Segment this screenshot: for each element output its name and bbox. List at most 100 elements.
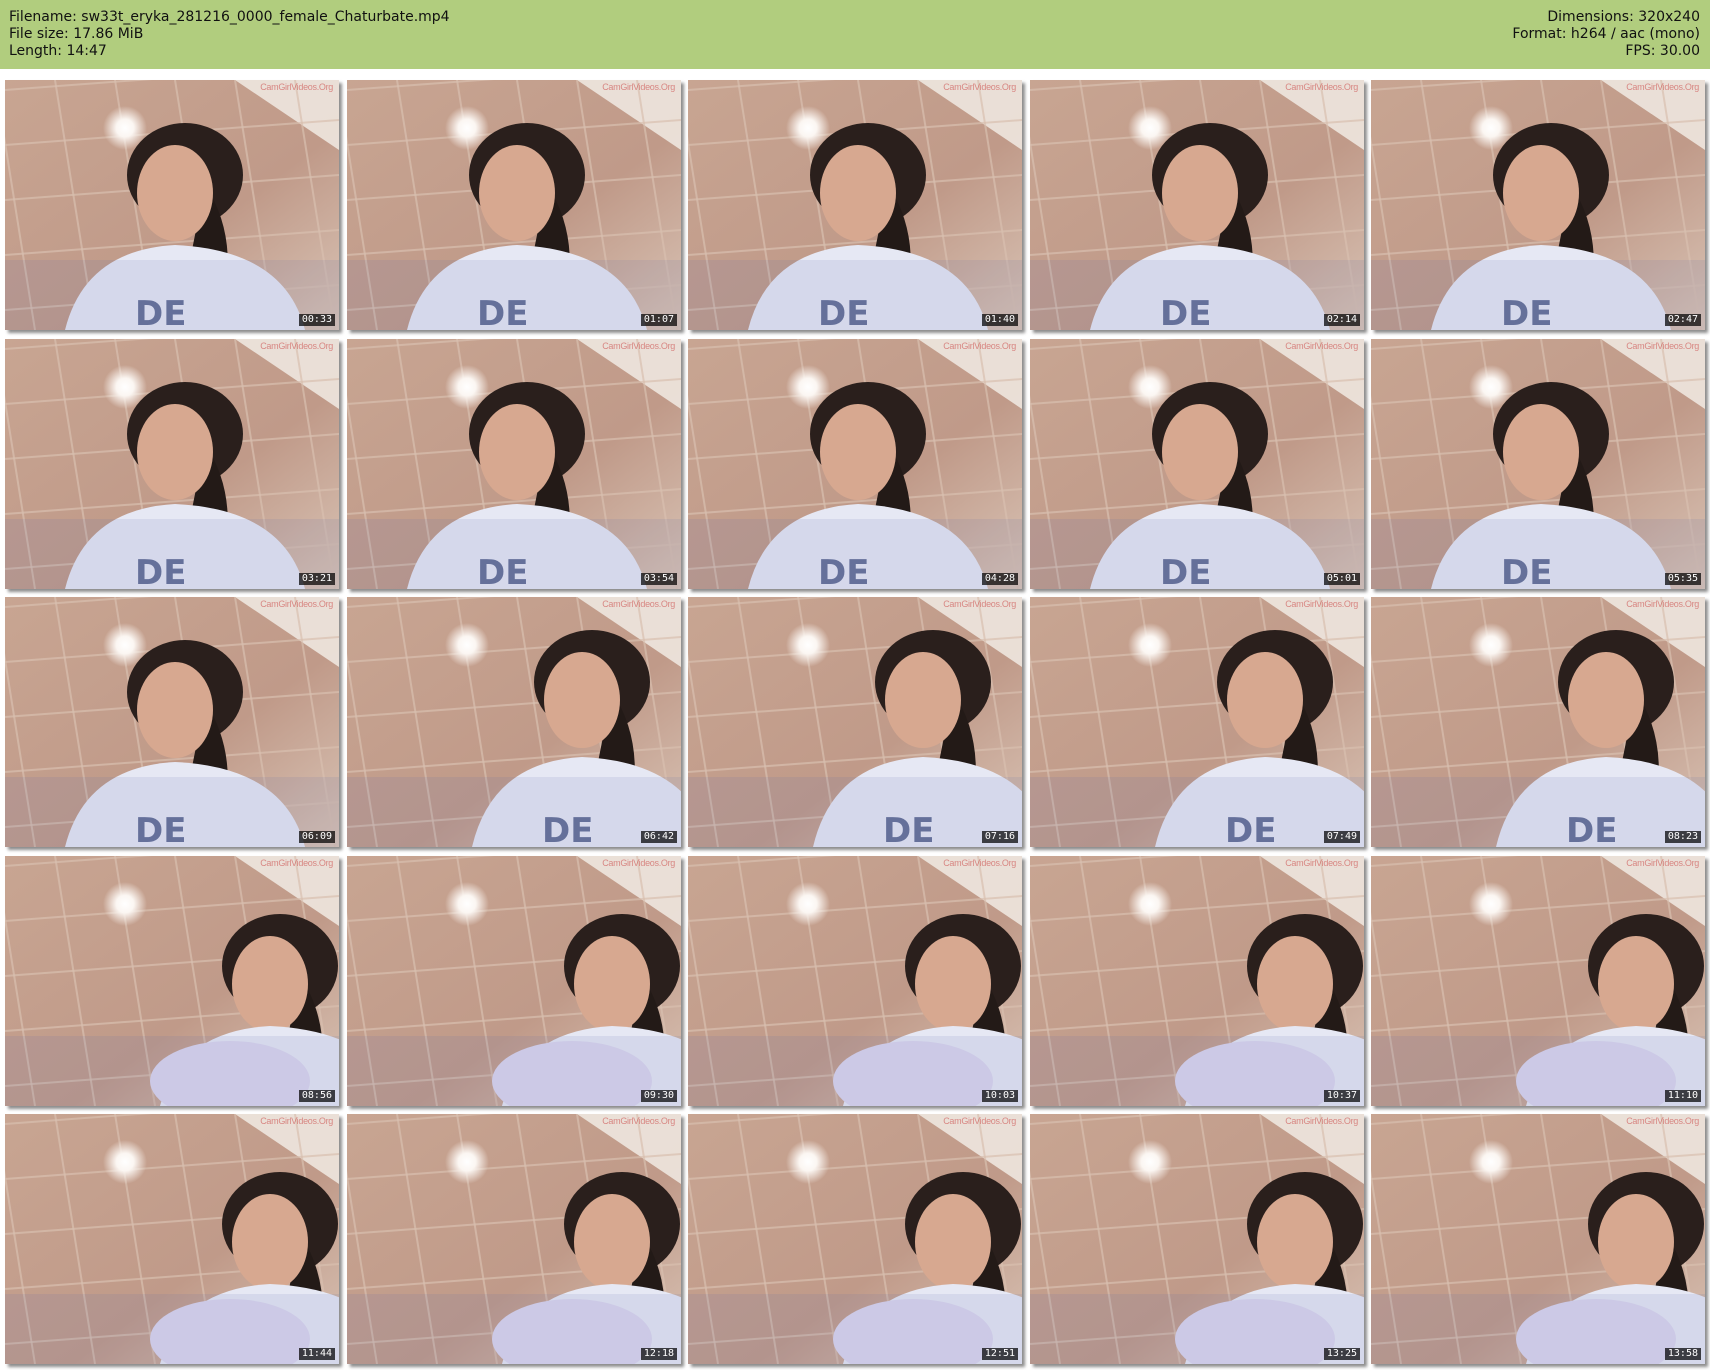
video-thumbnail: CamGirlVideos.Org 10:37 (1030, 856, 1364, 1106)
frame-image (1030, 856, 1364, 1106)
video-thumbnail: DE CamGirlVideos.Org 01:07 (347, 80, 681, 330)
filename-text: Filename: sw33t_eryka_281216_0000_female… (9, 9, 450, 25)
watermark-text: CamGirlVideos.Org (1626, 599, 1699, 609)
video-thumbnail: DE CamGirlVideos.Org 00:33 (5, 80, 339, 330)
watermark-text: CamGirlVideos.Org (1285, 858, 1358, 868)
format-text: Format: h264 / aac (mono) (1512, 26, 1700, 42)
watermark-text: CamGirlVideos.Org (943, 341, 1016, 351)
frame-image: DE (5, 80, 339, 330)
timestamp-label: 01:40 (981, 314, 1018, 326)
watermark-text: CamGirlVideos.Org (260, 82, 333, 92)
frame-image (347, 1114, 681, 1364)
timestamp-label: 10:03 (981, 1090, 1018, 1102)
watermark-text: CamGirlVideos.Org (943, 1116, 1016, 1126)
video-thumbnail: DE CamGirlVideos.Org 03:54 (347, 339, 681, 589)
watermark-text: CamGirlVideos.Org (602, 858, 675, 868)
frame-image: DE (1030, 80, 1364, 330)
frame-image (347, 856, 681, 1106)
timestamp-label: 01:07 (640, 314, 677, 326)
video-thumbnail: DE CamGirlVideos.Org 02:47 (1371, 80, 1705, 330)
frame-image (1371, 1114, 1705, 1364)
video-thumbnail: DE CamGirlVideos.Org 08:23 (1371, 597, 1705, 847)
frame-image (1371, 856, 1705, 1106)
video-thumbnail: DE CamGirlVideos.Org 06:42 (347, 597, 681, 847)
timestamp-label: 12:51 (981, 1348, 1018, 1360)
timestamp-label: 00:33 (298, 314, 335, 326)
timestamp-label: 06:42 (640, 831, 677, 843)
frame-image (5, 856, 339, 1106)
timestamp-label: 09:30 (640, 1090, 677, 1102)
dimensions-text: Dimensions: 320x240 (1547, 9, 1700, 25)
watermark-text: CamGirlVideos.Org (260, 1116, 333, 1126)
video-thumbnail: CamGirlVideos.Org 08:56 (5, 856, 339, 1106)
filesize-text: File size: 17.86 MiB (9, 26, 144, 42)
timestamp-label: 02:47 (1664, 314, 1701, 326)
timestamp-label: 03:54 (640, 573, 677, 585)
timestamp-label: 11:10 (1664, 1090, 1701, 1102)
watermark-text: CamGirlVideos.Org (260, 858, 333, 868)
watermark-text: CamGirlVideos.Org (1626, 82, 1699, 92)
video-thumbnail: CamGirlVideos.Org 11:10 (1371, 856, 1705, 1106)
frame-image: DE (1371, 597, 1705, 847)
frame-image: DE (688, 80, 1022, 330)
video-thumbnail: CamGirlVideos.Org 13:25 (1030, 1114, 1364, 1364)
info-header: Filename: sw33t_eryka_281216_0000_female… (0, 0, 1710, 69)
video-thumbnail: CamGirlVideos.Org 12:51 (688, 1114, 1022, 1364)
frame-image: DE (1371, 339, 1705, 589)
timestamp-label: 06:09 (298, 831, 335, 843)
frame-image: DE (347, 597, 681, 847)
watermark-text: CamGirlVideos.Org (1285, 599, 1358, 609)
video-thumbnail: CamGirlVideos.Org 09:30 (347, 856, 681, 1106)
video-thumbnail: DE CamGirlVideos.Org 02:14 (1030, 80, 1364, 330)
watermark-text: CamGirlVideos.Org (1626, 1116, 1699, 1126)
video-thumbnail: DE CamGirlVideos.Org 04:28 (688, 339, 1022, 589)
timestamp-label: 05:01 (1323, 573, 1360, 585)
watermark-text: CamGirlVideos.Org (1285, 341, 1358, 351)
video-thumbnail: CamGirlVideos.Org 11:44 (5, 1114, 339, 1364)
timestamp-label: 07:16 (981, 831, 1018, 843)
timestamp-label: 13:58 (1664, 1348, 1701, 1360)
watermark-text: CamGirlVideos.Org (1626, 858, 1699, 868)
frame-image: DE (1371, 80, 1705, 330)
video-thumbnail: CamGirlVideos.Org 12:18 (347, 1114, 681, 1364)
video-thumbnail: DE CamGirlVideos.Org 07:16 (688, 597, 1022, 847)
watermark-text: CamGirlVideos.Org (260, 341, 333, 351)
timestamp-label: 04:28 (981, 573, 1018, 585)
video-thumbnail: DE CamGirlVideos.Org 05:01 (1030, 339, 1364, 589)
watermark-text: CamGirlVideos.Org (602, 1116, 675, 1126)
timestamp-label: 13:25 (1323, 1348, 1360, 1360)
frame-image: DE (1030, 597, 1364, 847)
frame-image (688, 856, 1022, 1106)
video-thumbnail: CamGirlVideos.Org 13:58 (1371, 1114, 1705, 1364)
timestamp-label: 02:14 (1323, 314, 1360, 326)
frame-image: DE (347, 80, 681, 330)
frame-image (1030, 1114, 1364, 1364)
frame-image: DE (1030, 339, 1364, 589)
frame-image: DE (688, 339, 1022, 589)
timestamp-label: 11:44 (298, 1348, 335, 1360)
frame-image (5, 1114, 339, 1364)
timestamp-label: 12:18 (640, 1348, 677, 1360)
video-thumbnail: DE CamGirlVideos.Org 01:40 (688, 80, 1022, 330)
watermark-text: CamGirlVideos.Org (943, 858, 1016, 868)
timestamp-label: 03:21 (298, 573, 335, 585)
timestamp-label: 07:49 (1323, 831, 1360, 843)
video-thumbnail: DE CamGirlVideos.Org 03:21 (5, 339, 339, 589)
timestamp-label: 08:56 (298, 1090, 335, 1102)
timestamp-label: 08:23 (1664, 831, 1701, 843)
watermark-text: CamGirlVideos.Org (602, 82, 675, 92)
timestamp-label: 10:37 (1323, 1090, 1360, 1102)
video-thumbnail: DE CamGirlVideos.Org 05:35 (1371, 339, 1705, 589)
watermark-text: CamGirlVideos.Org (943, 82, 1016, 92)
video-thumbnail: DE CamGirlVideos.Org 07:49 (1030, 597, 1364, 847)
video-thumbnail: CamGirlVideos.Org 10:03 (688, 856, 1022, 1106)
watermark-text: CamGirlVideos.Org (1626, 341, 1699, 351)
watermark-text: CamGirlVideos.Org (260, 599, 333, 609)
timestamp-label: 05:35 (1664, 573, 1701, 585)
watermark-text: CamGirlVideos.Org (943, 599, 1016, 609)
video-thumbnail: DE CamGirlVideos.Org 06:09 (5, 597, 339, 847)
frame-image: DE (688, 597, 1022, 847)
watermark-text: CamGirlVideos.Org (602, 341, 675, 351)
watermark-text: CamGirlVideos.Org (602, 599, 675, 609)
stream-info: Dimensions: 320x240 Format: h264 / aac (… (1512, 9, 1700, 60)
